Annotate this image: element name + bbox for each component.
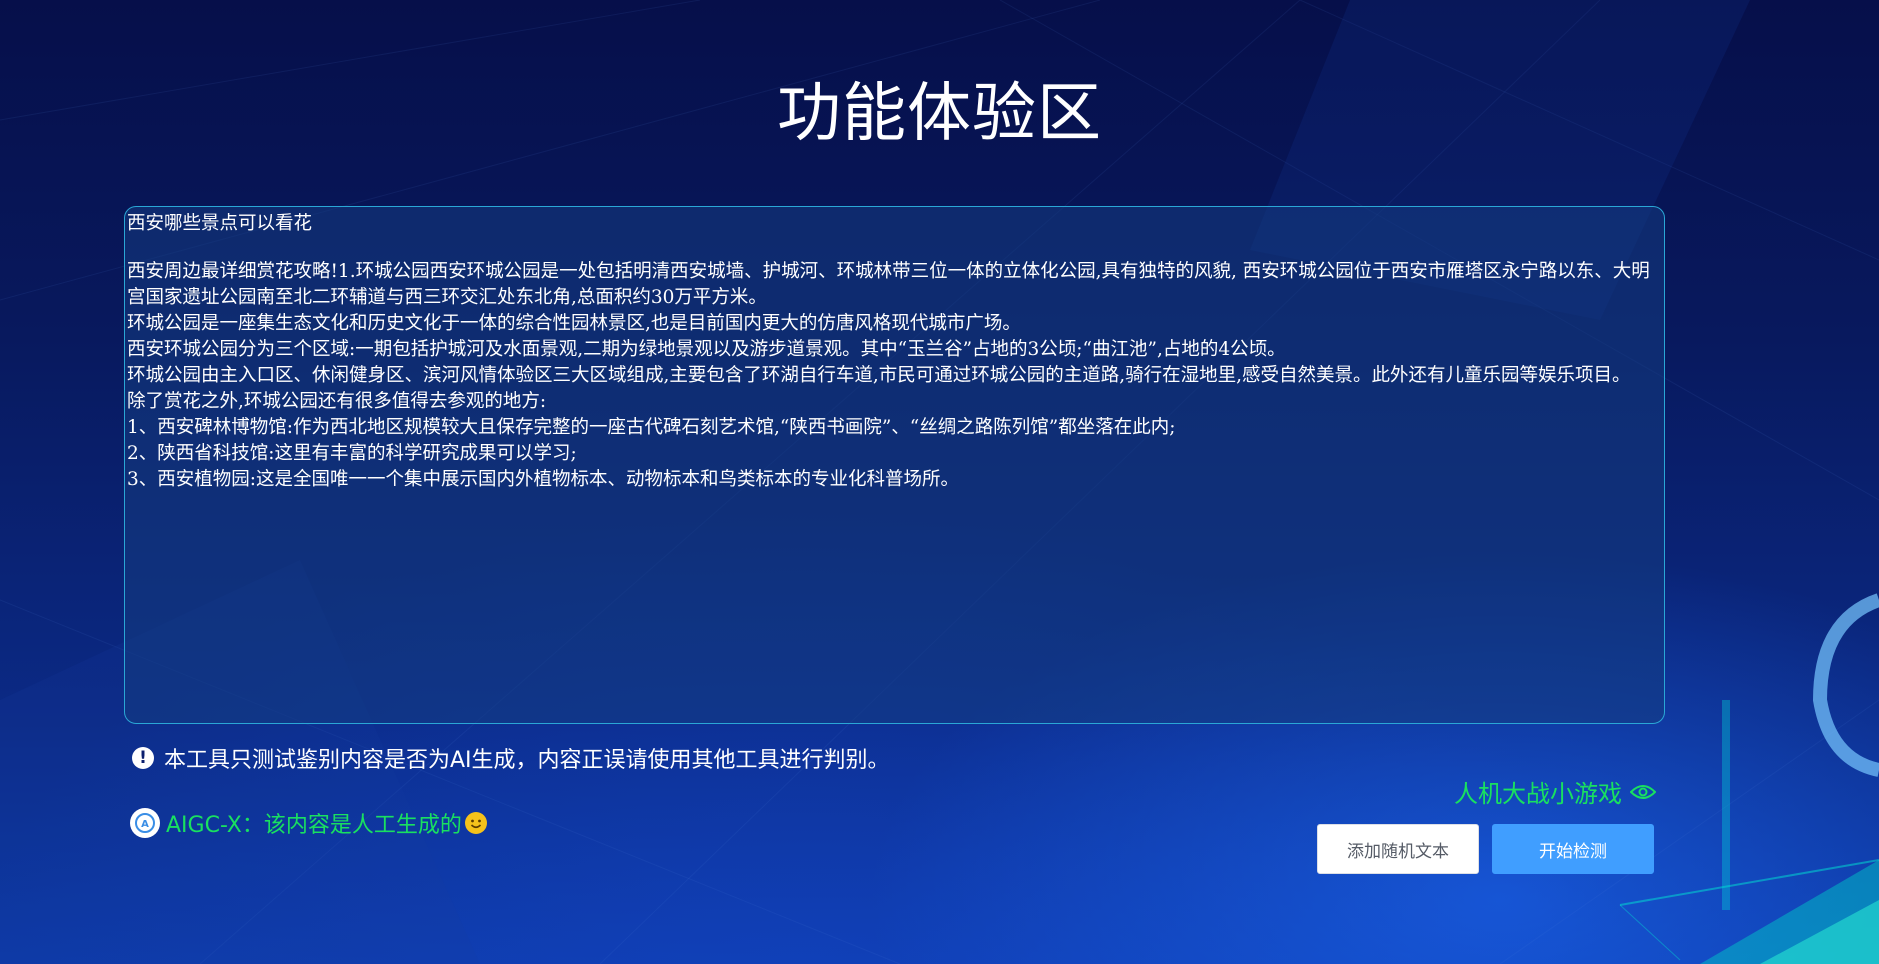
content-paragraph: 西安环城公园分为三个区域:一期包括护城河及水面景观,二期为绿地景观以及游步道景观… [127, 339, 1286, 360]
page-title: 功能体验区 [777, 77, 1102, 151]
content-paragraph: 3、西安植物园:这是全国唯一一个集中展示国内外植物标本、动物标本和鸟类标本的专业… [127, 469, 960, 490]
game-link-label: 人机大战小游戏 [1454, 780, 1622, 808]
add-random-text-button[interactable]: 添加随机文本 [1317, 824, 1479, 874]
svg-text:A: A [141, 819, 149, 830]
result-text: AIGC-X：该内容是人工生成的 [166, 813, 462, 838]
eye-icon [1630, 784, 1656, 799]
content-paragraph: 西安周边最详细赏花攻略!1.环城公园西安环城公园是一处包括明清西安城墙、护城河、… [127, 261, 1650, 308]
content-question: 西安哪些景点可以看花 [127, 213, 313, 234]
notice: ! 本工具只测试鉴别内容是否为AI生成，内容正误请使用其他工具进行判别。 [132, 742, 890, 774]
smiley-icon [464, 812, 487, 834]
content-paragraph: 2、陕西省科技馆:这里有丰富的科学研究成果可以学习; [127, 443, 577, 464]
start-detect-button[interactable]: 开始检测 [1492, 824, 1654, 874]
detection-result: A AIGC-X：该内容是人工生成的 [130, 807, 487, 839]
exclamation-icon: ! [132, 747, 154, 769]
aigc-x-logo-icon: A [130, 808, 160, 838]
game-link[interactable]: 人机大战小游戏 [1454, 774, 1656, 809]
notice-text: 本工具只测试鉴别内容是否为AI生成，内容正误请使用其他工具进行判别。 [164, 748, 890, 773]
text-input-area[interactable]: 西安哪些景点可以看花 西安周边最详细赏花攻略!1.环城公园西安环城公园是一处包括… [124, 206, 1665, 724]
content-paragraph: 1、西安碑林博物馆:作为西北地区规模较大且保存完整的一座古代碑石刻艺术馆,“陕西… [127, 417, 1176, 438]
content-paragraph: 除了赏花之外,环城公园还有很多值得去参观的地方: [127, 391, 547, 412]
content-paragraph: 环城公园由主入口区、休闲健身区、滨河风情体验区三大区域组成,主要包含了环湖自行车… [127, 365, 1631, 386]
content-paragraph: 环城公园是一座集生态文化和历史文化于一体的综合性园林景区,也是目前国内更大的仿唐… [127, 313, 1021, 334]
